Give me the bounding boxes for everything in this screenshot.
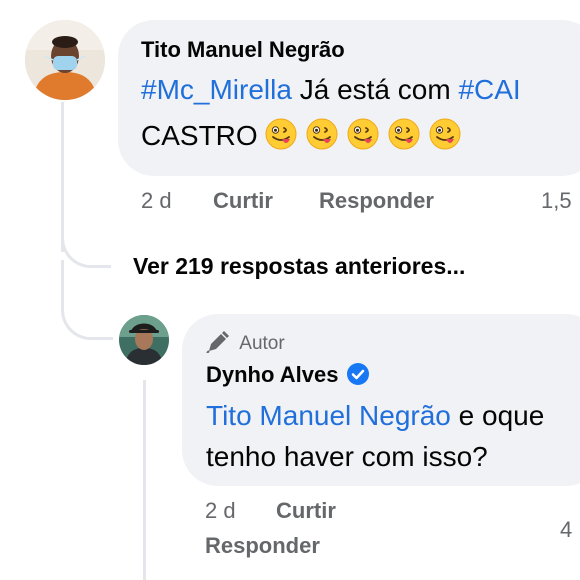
replier-name[interactable]: Dynho Alves [206, 362, 338, 387]
verified-badge-icon [346, 363, 369, 385]
winking-face-with-tongue-icon [429, 117, 461, 150]
comment-text-castro: CASTRO [141, 120, 258, 151]
commenter-avatar[interactable] [25, 20, 105, 100]
reply-time[interactable]: 2 d [205, 498, 236, 524]
comment-text-line2: CASTRO [141, 112, 580, 160]
winking-face-with-tongue-icon [265, 117, 297, 150]
reply-text-after-mention: e oque [450, 400, 545, 431]
comment-bubble: Tito Manuel Negrão #Mc_Mirella Já está c… [118, 20, 580, 176]
reply-reaction-count[interactable]: 4 [560, 517, 572, 543]
pencil-icon [206, 331, 230, 354]
author-badge-label: Autor [239, 333, 285, 354]
winking-face-with-tongue-icon [388, 117, 420, 150]
reply-bubble: Autor Dynho Alves Tito Manuel Negrão e o… [182, 314, 580, 486]
replier-avatar[interactable] [119, 315, 169, 365]
comment-text-middle: Já está com [291, 74, 459, 105]
view-previous-replies-link[interactable]: Ver 219 respostas anteriores... [133, 253, 465, 280]
reply-mention-link[interactable]: Tito Manuel Negrão [206, 400, 451, 431]
reply-button[interactable]: Responder [319, 188, 434, 214]
reply-like-button[interactable]: Curtir [276, 498, 336, 524]
mention-link[interactable]: #Mc_Mirella [141, 74, 292, 105]
thread-line-reply [143, 380, 146, 580]
reply-text-line2: tenho haver com isso? [206, 441, 488, 472]
reply-reply-button[interactable]: Responder [205, 533, 320, 559]
comment-text-line1: #Mc_Mirella Já está com #CAI [141, 66, 580, 114]
winking-face-with-tongue-icon [306, 117, 338, 150]
author-badge: Autor [206, 330, 580, 358]
reply-text-line1: Tito Manuel Negrão e oque [206, 395, 580, 437]
commenter-name[interactable]: Tito Manuel Negrão [141, 34, 580, 66]
replier-name-row: Dynho Alves [206, 358, 580, 395]
hashtag-link[interactable]: #CAI [458, 74, 520, 105]
like-button[interactable]: Curtir [213, 188, 273, 214]
reaction-count[interactable]: 1,5 [541, 188, 572, 214]
thread-curve-reply [61, 260, 113, 340]
winking-face-with-tongue-icon [347, 117, 379, 150]
comment-time[interactable]: 2 d [141, 188, 172, 214]
emoji-group [265, 117, 470, 151]
